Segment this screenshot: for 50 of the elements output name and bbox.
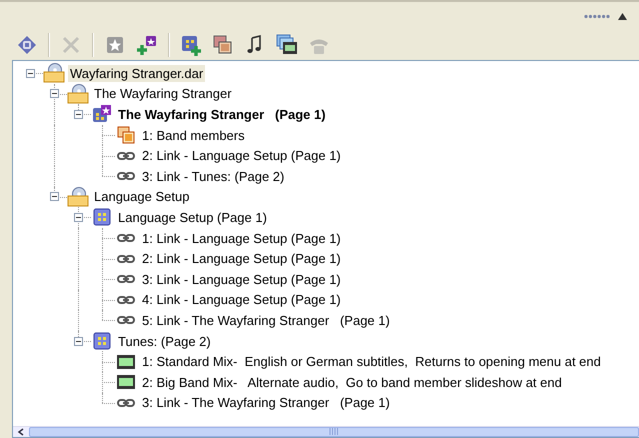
slides-icon [115,126,137,144]
tree-item[interactable]: 1: Link - Language Setup (Page 1) [140,230,343,247]
disc-folder-icon [67,84,89,104]
tree-item[interactable]: 3: Link - Language Setup (Page 1) [140,270,343,288]
tree-item[interactable]: 1: Standard Mix- English or German subtitles, Returns to opening menu at end [140,353,603,370]
star-menu-icon [91,104,113,124]
link-icon [115,171,137,182]
menu-page-icon [91,208,113,226]
tree-item[interactable]: Language Setup (Page 1) [116,208,269,226]
film-icon [115,354,137,369]
tree-item[interactable]: Tunes: (Page 2) [116,332,213,350]
disc-folder-icon [67,186,89,207]
tree-item[interactable]: Language Setup [92,188,192,206]
collapse-toggle[interactable] [74,110,83,119]
collapse-toggle[interactable] [50,89,59,98]
collapse-icon[interactable] [618,12,627,20]
grip-icon [329,428,339,435]
add-page-icon[interactable] [180,34,202,56]
link-icon [115,294,137,305]
slides-icon[interactable] [212,34,234,56]
link-icon [115,274,137,284]
tree-item[interactable]: 1: Band members [140,126,247,144]
collapse-toggle[interactable] [50,192,59,202]
tree-item[interactable]: 2: Link - Language Setup (Page 1) [140,250,343,268]
disc-folder-icon [43,63,65,84]
collapse-toggle[interactable] [26,68,35,78]
add-menu-icon[interactable] [136,34,158,56]
link-icon [115,150,137,161]
link-icon [115,398,137,408]
menu-page-icon [91,332,113,350]
horizontal-scrollbar[interactable] [13,426,639,437]
link-icon [115,233,137,244]
tree-item[interactable]: 3: Link - The Wayfaring Stranger (Page 1) [140,394,392,412]
tree-item[interactable]: 2: Big Band Mix- Alternate audio, Go to band member slideshow at end [140,374,564,391]
collapse-toggle[interactable] [74,212,83,222]
movies-icon[interactable] [276,34,298,56]
grip-icon[interactable] [584,14,610,18]
collapse-toggle[interactable] [74,336,83,346]
tree-item[interactable]: The Wayfaring Stranger (Page 1) [116,106,328,123]
tree-item[interactable]: The Wayfaring Stranger [92,85,234,102]
tree-item[interactable]: Wayfaring Stranger.dar [68,64,206,82]
film-icon [115,375,137,390]
tree-item[interactable]: 3: Link - Tunes: (Page 2) [140,168,286,185]
target-icon[interactable] [16,34,38,56]
link-icon [115,315,137,326]
link-icon [115,254,137,264]
tree-item[interactable]: 4: Link - Language Setup (Page 1) [140,291,343,308]
tree-item[interactable]: 2: Link - Language Setup (Page 1) [140,147,343,164]
tree-item[interactable]: 5: Link - The Wayfaring Stranger (Page 1) [140,312,392,329]
scroll-left-icon[interactable] [17,428,25,436]
